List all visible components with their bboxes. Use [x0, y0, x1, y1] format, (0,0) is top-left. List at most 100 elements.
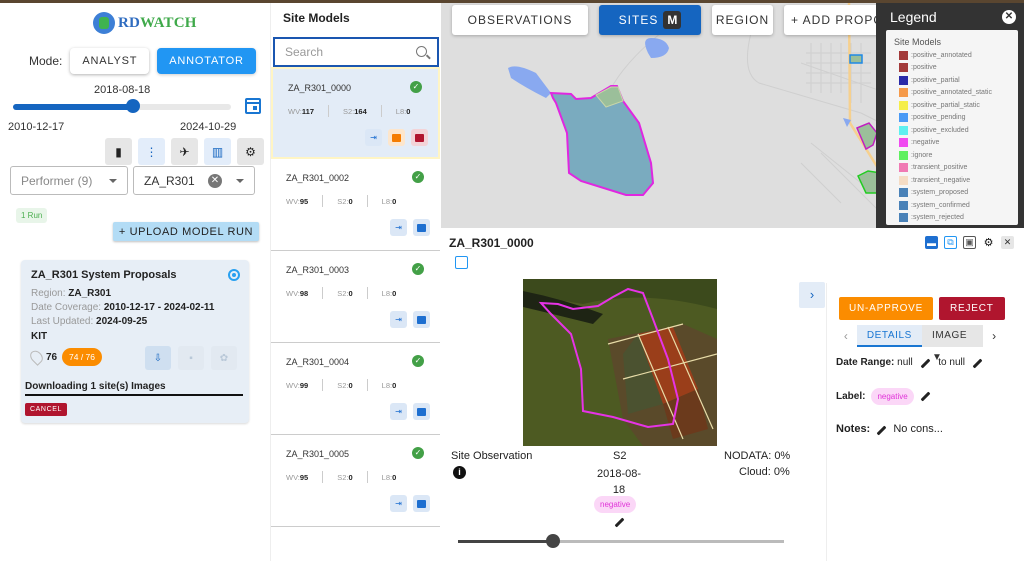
info-icon[interactable]: i — [453, 466, 466, 479]
settings-button[interactable]: ⚙ — [237, 138, 264, 165]
analyst-mode-button[interactable]: ANALYST — [70, 48, 150, 74]
download-images-button[interactable] — [413, 219, 430, 236]
details-toggle-button[interactable]: ⋮ — [138, 138, 165, 165]
search-box[interactable] — [273, 37, 439, 67]
download-button[interactable]: ⇩ — [145, 346, 171, 370]
chevron-left-icon[interactable]: ‹ — [835, 329, 857, 343]
performer-select[interactable]: Performer (9) — [10, 166, 128, 195]
legend-label: :positive_annotated — [911, 51, 972, 59]
legend-swatch — [899, 50, 908, 60]
legend-label: :transient_negative — [911, 176, 971, 184]
site-image-counts: WV:98 S2:0 L8:0 — [286, 287, 397, 299]
login-icon: ⇥ — [395, 223, 402, 232]
cancel-download-button[interactable]: CANCEL — [25, 403, 67, 416]
legend-label: :system_confirmed — [911, 201, 970, 209]
clear-icon[interactable]: ✕ — [208, 174, 222, 188]
model-run-card[interactable]: ZA_R301 System Proposals Region: ZA_R301… — [21, 260, 249, 423]
site-actions: ⇥ — [390, 495, 430, 512]
upload-model-run-button[interactable]: + UPLOAD MODEL RUN — [113, 222, 259, 241]
gear-icon[interactable]: ⚙ — [982, 236, 995, 249]
legend-swatch — [899, 213, 908, 223]
close-icon[interactable]: ✕ — [1002, 10, 1016, 24]
site-list-item[interactable]: ZA_R301_0003 ✓ WV:98 S2:0 L8:0 ⇥ — [271, 251, 440, 343]
region-select[interactable]: ZA_R301 ✕ — [133, 166, 255, 195]
chevron-right-icon[interactable]: › — [799, 282, 825, 308]
l8-value: 0 — [392, 197, 397, 206]
site-polygon-proposed[interactable] — [849, 54, 863, 64]
image-button[interactable]: ▪ — [178, 346, 204, 370]
l8-value: 0 — [392, 289, 397, 298]
observation-slider[interactable] — [458, 534, 784, 548]
location-pin-icon — [27, 348, 46, 366]
polygon-edit-icon[interactable] — [455, 256, 468, 269]
pencil-icon[interactable] — [876, 425, 887, 436]
open-site-button[interactable]: ⇥ — [390, 403, 407, 420]
tab-details[interactable]: DETAILS — [856, 325, 922, 347]
s2-value: 0 — [348, 473, 353, 482]
site-list-item[interactable]: ZA_R301_0004 ✓ WV:99 S2:0 L8:0 ⇥ — [271, 343, 440, 435]
open-site-button[interactable]: ⇥ — [390, 311, 407, 328]
satellite-button[interactable]: ✈ — [171, 138, 198, 165]
portrait-icon[interactable]: ▣ — [963, 236, 976, 249]
annotator-mode-button[interactable]: ANNOTATOR — [157, 48, 256, 74]
sites-button[interactable]: SITES M — [599, 5, 701, 35]
open-site-button[interactable]: ⇥ — [390, 219, 407, 236]
unapprove-button[interactable]: UN-APPROVE — [839, 297, 934, 320]
pencil-icon[interactable] — [972, 358, 983, 369]
download-images-button[interactable] — [413, 403, 430, 420]
s2-count: S2:0 — [337, 197, 352, 207]
pencil-icon[interactable] — [920, 358, 930, 369]
l8-value: 0 — [392, 473, 397, 482]
search-icon[interactable] — [416, 46, 427, 57]
s2-label: S2: — [337, 289, 349, 298]
close-icon[interactable]: ✕ — [1001, 236, 1014, 249]
logo-prefix: RD — [118, 14, 141, 31]
layers-icon[interactable]: ⧉ — [944, 236, 957, 249]
reject-button[interactable]: REJECT — [939, 297, 1005, 320]
legend-label: :positive_pending — [911, 114, 966, 122]
site-image-counts: WV:117 S2:164 L8:0 — [288, 105, 410, 117]
observations-button[interactable]: OBSERVATIONS — [452, 5, 588, 35]
pencil-icon[interactable] — [920, 391, 931, 402]
download-images-button[interactable] — [413, 311, 430, 328]
open-site-button[interactable]: ⇥ — [390, 495, 407, 512]
legend-swatch — [899, 188, 908, 198]
map-button[interactable]: ▥ — [204, 138, 231, 165]
site-list-item[interactable]: ZA_R301_0000 ✓ WV:117 S2:164 L8:0 ⇥ — [271, 67, 440, 159]
search-input[interactable] — [285, 39, 405, 65]
satellite-toggle-button[interactable]: ▮ — [105, 138, 132, 165]
timeline-slider-thumb[interactable] — [125, 99, 140, 113]
download-images-button[interactable] — [413, 495, 430, 512]
satellite-image[interactable] — [523, 279, 717, 446]
download-icon: ⇩ — [153, 352, 163, 364]
timeline-max-date: 2024-10-29 — [180, 121, 237, 133]
region-button[interactable]: REGION — [712, 5, 773, 35]
site-list-item[interactable]: ZA_R301_0002 ✓ WV:95 S2:0 L8:0 ⇥ — [271, 159, 440, 251]
tab-image[interactable]: IMAGE ▼ — [921, 325, 984, 363]
site-list-item[interactable]: ZA_R301_0005 ✓ WV:95 S2:0 L8:0 ⇥ — [271, 435, 440, 527]
animation-button[interactable]: ✿ — [211, 346, 237, 370]
download-images-button[interactable] — [388, 129, 405, 146]
image-download-icon — [417, 315, 426, 324]
s2-value: 0 — [348, 289, 353, 298]
timeline-slider[interactable] — [13, 99, 231, 113]
legend-swatch — [899, 100, 908, 110]
image-icon[interactable]: ▬ — [925, 236, 938, 249]
timeline-min-date: 2010-12-17 — [8, 121, 65, 133]
s2-label: S2: — [337, 381, 349, 390]
legend-item: :positive_annotated_static — [894, 87, 1018, 100]
site-actions: ⇥ — [390, 311, 430, 328]
image-download-icon — [392, 133, 401, 142]
chevron-right-icon[interactable]: › — [983, 329, 1005, 343]
observation-slider-thumb[interactable] — [545, 534, 560, 548]
pencil-icon[interactable] — [614, 517, 625, 528]
satellite-icon: ✈ — [179, 144, 190, 159]
divider — [322, 471, 324, 483]
open-site-button[interactable]: ⇥ — [365, 129, 382, 146]
delete-images-button[interactable] — [411, 129, 428, 146]
calendar-icon[interactable] — [245, 98, 261, 114]
site-details-sidebar: UN-APPROVE REJECT ‹ DETAILS IMAGE ▼ › Da… — [826, 283, 1024, 561]
wv-count: WV:117 — [288, 107, 314, 117]
site-polygon-negative[interactable] — [856, 122, 878, 151]
model-run-radio[interactable] — [228, 269, 240, 281]
